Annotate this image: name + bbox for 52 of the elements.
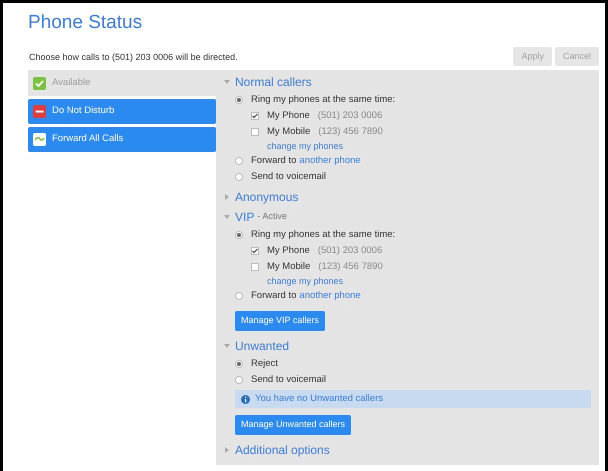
status-option[interactable]: Do Not Disturb <box>28 99 216 124</box>
section-title[interactable]: Unwanted <box>235 337 290 355</box>
option-label: Forward to <box>251 288 296 303</box>
phone-label: My Mobile <box>267 124 310 139</box>
checkmark-icon <box>33 76 46 90</box>
phone-number: (123) 456 7890 <box>318 124 383 139</box>
section-title[interactable]: Normal callers <box>235 73 312 91</box>
radio-button[interactable] <box>235 376 243 384</box>
caret-down-icon[interactable] <box>224 214 230 220</box>
option-label: Send to voicemail <box>251 372 326 387</box>
option-label: Ring my phones at the same time: <box>251 228 396 242</box>
phone-label: My Phone <box>267 108 310 123</box>
intro-text: Choose how calls to (501) 203 0006 will be directed. <box>29 50 238 64</box>
radio-button[interactable] <box>235 173 243 181</box>
option-label: Send to voicemail <box>251 170 326 184</box>
checkbox[interactable] <box>251 247 259 255</box>
change-phones-link[interactable]: change my phones <box>267 140 344 154</box>
status-option[interactable]: Forward All Calls <box>28 127 216 152</box>
section-title[interactable]: Additional options <box>235 441 330 459</box>
info-text: You have no Unwanted callers <box>255 392 383 406</box>
checkbox[interactable] <box>251 128 259 136</box>
radio-button[interactable] <box>235 231 243 239</box>
radio-button[interactable] <box>235 157 243 165</box>
status-option[interactable]: Available <box>28 70 216 96</box>
option-label: Reject <box>251 356 278 371</box>
no-entry-icon <box>33 105 46 118</box>
option-link[interactable]: another phone <box>299 288 361 304</box>
phone-number: (123) 456 7890 <box>318 260 383 274</box>
radio-button[interactable] <box>235 360 243 368</box>
section-status: - Active <box>257 210 287 224</box>
info-icon <box>241 394 250 404</box>
section-title[interactable]: Anonymous <box>235 188 298 206</box>
phone-number: (501) 203 0006 <box>318 108 382 123</box>
section-title[interactable]: VIP <box>235 208 254 226</box>
page-title: Phone Status <box>28 11 142 35</box>
caret-down-icon[interactable] <box>224 79 230 85</box>
option-link[interactable]: another phone <box>299 154 361 168</box>
change-phones-link[interactable]: change my phones <box>267 274 344 288</box>
phone-number: (501) 203 0006 <box>318 244 382 258</box>
caret-right-icon[interactable] <box>224 447 230 453</box>
option-label: Forward to <box>251 154 296 168</box>
manage-callers-button[interactable]: Manage VIP callers <box>235 310 325 331</box>
checkbox[interactable] <box>251 263 259 271</box>
radio-button[interactable] <box>235 96 243 104</box>
option-label: Ring my phones at the same time: <box>251 92 396 107</box>
checkbox[interactable] <box>251 112 259 120</box>
phone-label: My Phone <box>267 244 310 258</box>
caret-down-icon[interactable] <box>224 343 230 349</box>
radio-button[interactable] <box>235 292 243 300</box>
caret-right-icon[interactable] <box>224 194 230 200</box>
phone-label: My Mobile <box>267 260 310 274</box>
manage-callers-button[interactable]: Manage Unwanted callers <box>235 414 352 435</box>
